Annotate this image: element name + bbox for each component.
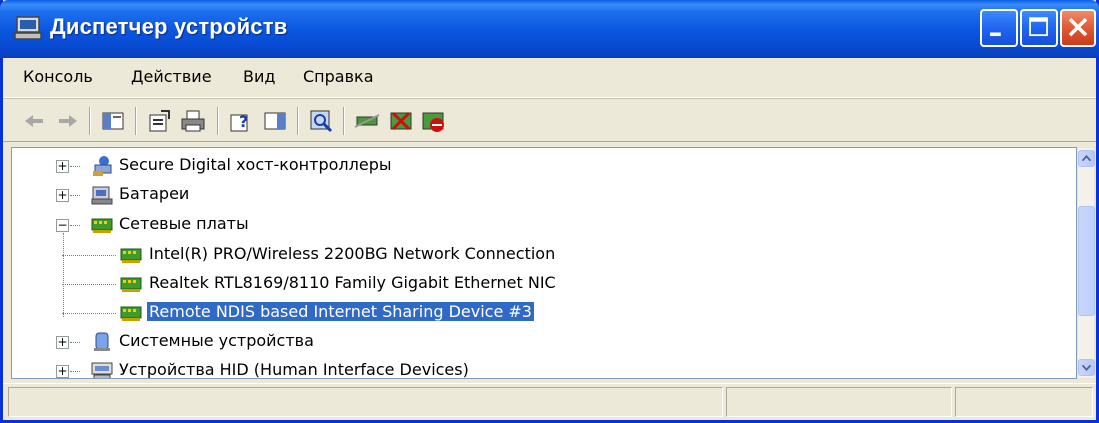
tree-connector	[70, 166, 80, 167]
expand-toggle[interactable]: +	[56, 336, 69, 349]
scrollbar-thumb[interactable]	[1078, 206, 1095, 316]
action-pane-icon	[264, 112, 286, 130]
scroll-down-button[interactable]	[1078, 359, 1095, 376]
disable-icon	[422, 112, 444, 132]
tree-row[interactable]: + Устройства HID (Human Interface Devices…	[12, 357, 1076, 378]
tree-item-label-selected[interactable]: Remote NDIS based Internet Sharing Devic…	[147, 302, 534, 321]
toolbar-separator	[297, 107, 299, 135]
tree-connector	[62, 284, 116, 285]
title-bar[interactable]: Диспетчер устройств	[0, 0, 1099, 58]
maximize-icon	[1029, 17, 1048, 37]
expand-toggle[interactable]: +	[56, 160, 69, 173]
menu-help[interactable]: Справка	[303, 67, 374, 86]
print-button[interactable]	[179, 107, 207, 135]
forward-button[interactable]	[53, 107, 81, 135]
tree-row[interactable]: − Сетевые платы	[12, 211, 1076, 239]
minimize-icon	[990, 32, 1001, 37]
tree-row[interactable]: + Системные устройства	[12, 328, 1076, 356]
tree-row[interactable]: + Батареи	[12, 181, 1076, 209]
tree-row[interactable]: + Secure Digital хост-контроллеры	[12, 152, 1076, 180]
battery-icon	[90, 184, 114, 206]
back-icon	[25, 115, 43, 127]
tree-row[interactable]: Realtek RTL8169/8110 Family Gigabit Ethe…	[12, 270, 1076, 298]
menu-console[interactable]: Консоль	[23, 67, 93, 86]
tree-connector	[70, 342, 80, 343]
vertical-scrollbar[interactable]	[1077, 147, 1095, 379]
show-hide-tree-button[interactable]	[99, 107, 127, 135]
network-card-icon	[119, 302, 143, 324]
status-panel-3	[955, 387, 1093, 417]
tree-item-label[interactable]: Устройства HID (Human Interface Devices)	[117, 360, 471, 378]
chevron-up-icon	[1081, 154, 1092, 162]
menu-action[interactable]: Действие	[131, 67, 212, 86]
expand-toggle[interactable]: +	[56, 365, 69, 378]
collapse-toggle[interactable]: −	[56, 219, 69, 232]
chevron-down-icon	[1081, 364, 1092, 372]
system-device-icon	[90, 331, 114, 353]
tree-item-label[interactable]: Системные устройства	[117, 331, 316, 350]
properties-button[interactable]	[145, 107, 173, 135]
tree-item-label[interactable]: Сетевые платы	[117, 214, 251, 233]
status-panel-main	[8, 387, 723, 417]
forward-icon	[59, 115, 77, 127]
properties-icon	[149, 110, 170, 132]
network-card-icon	[119, 273, 143, 295]
scroll-up-button[interactable]	[1078, 150, 1095, 167]
console-tree-icon	[102, 112, 124, 130]
close-button[interactable]	[1060, 9, 1096, 47]
tree-connector	[70, 195, 80, 196]
expand-toggle[interactable]: +	[56, 189, 69, 202]
tree-connector	[62, 313, 116, 314]
tree-item-label[interactable]: Secure Digital хост-контроллеры	[117, 155, 393, 174]
uninstall-button[interactable]	[387, 107, 415, 135]
toolbar-separator	[135, 107, 137, 135]
tree-connector	[70, 371, 80, 372]
tree-item-label[interactable]: Intel(R) PRO/Wireless 2200BG Network Con…	[147, 244, 557, 263]
action-pane-button[interactable]	[261, 107, 289, 135]
network-card-icon	[90, 214, 114, 236]
device-manager-window: Диспетчер устройств Консоль Действие Вид…	[0, 0, 1099, 423]
menu-view[interactable]: Вид	[243, 67, 275, 86]
sd-host-icon	[90, 155, 114, 177]
tree-connector	[62, 255, 116, 256]
update-driver-icon	[354, 114, 380, 128]
tree-item-label[interactable]: Батареи	[117, 184, 191, 203]
scan-hardware-icon	[310, 110, 333, 133]
uninstall-icon	[390, 111, 412, 131]
tree-branch-line	[63, 233, 64, 317]
update-driver-button[interactable]	[353, 107, 381, 135]
device-tree[interactable]: + Secure Digital хост-контроллеры + Батареи…	[11, 147, 1077, 379]
menu-bar: Консоль Действие Вид Справка	[3, 58, 1096, 98]
help-icon: ?	[230, 112, 248, 132]
tree-item-label[interactable]: Realtek RTL8169/8110 Family Gigabit Ethe…	[147, 273, 558, 292]
svg-text:?: ?	[239, 112, 248, 131]
print-icon	[181, 110, 205, 132]
status-panel-2	[726, 387, 952, 417]
window-title: Диспетчер устройств	[50, 14, 288, 39]
toolbar-separator	[89, 107, 91, 135]
help-button[interactable]: ?	[227, 107, 255, 135]
scan-hardware-button[interactable]	[307, 107, 335, 135]
tree-connector	[70, 225, 80, 226]
close-icon	[1068, 17, 1088, 37]
minimize-button[interactable]	[980, 9, 1018, 47]
maximize-button[interactable]	[1020, 9, 1058, 47]
tree-row[interactable]: Remote NDIS based Internet Sharing Devic…	[12, 299, 1076, 327]
device-manager-icon	[14, 16, 42, 40]
status-bar	[3, 383, 1096, 420]
network-card-icon	[119, 244, 143, 266]
disable-button[interactable]	[419, 107, 447, 135]
toolbar-separator	[343, 107, 345, 135]
toolbar-separator	[217, 107, 219, 135]
hid-icon	[90, 360, 114, 378]
back-button[interactable]	[21, 107, 49, 135]
tree-row[interactable]: Intel(R) PRO/Wireless 2200BG Network Con…	[12, 241, 1076, 269]
toolbar: ?	[3, 98, 1096, 142]
